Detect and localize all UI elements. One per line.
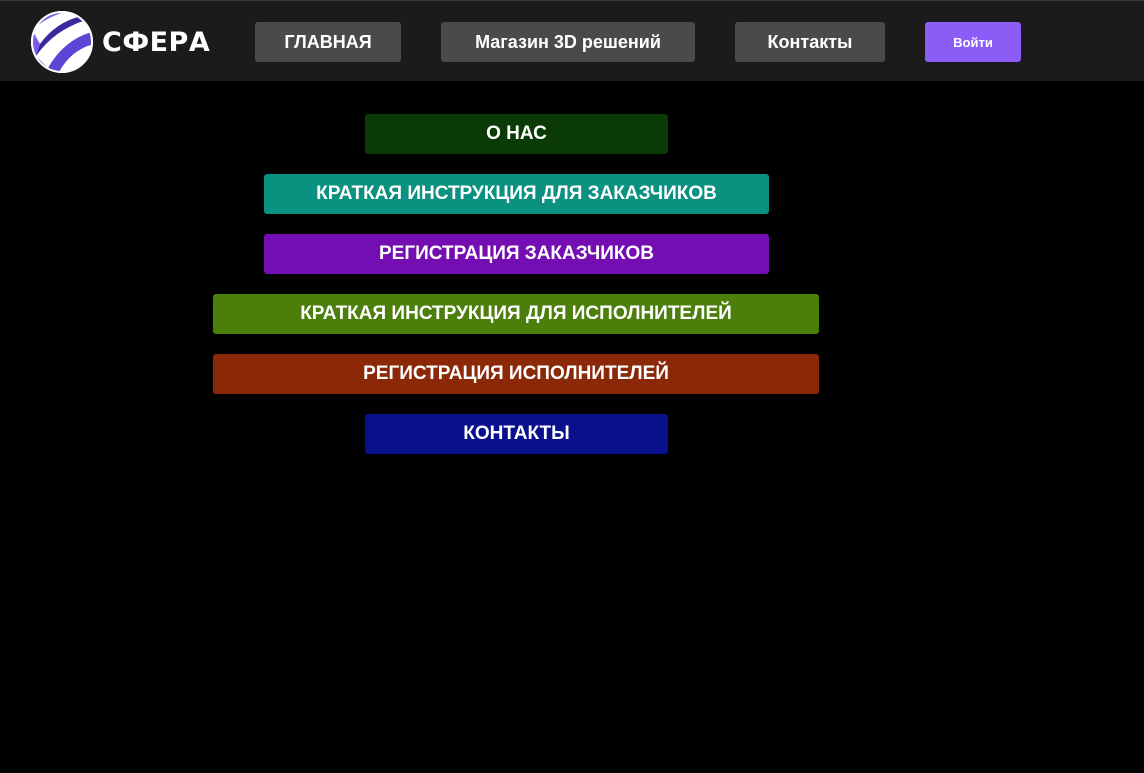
about-button[interactable]: О НАС [365, 114, 668, 154]
customer-guide-button[interactable]: КРАТКАЯ ИНСТРУКЦИЯ ДЛЯ ЗАКАЗЧИКОВ [264, 174, 769, 214]
nav-contacts-button[interactable]: Контакты [735, 22, 885, 62]
performer-registration-button[interactable]: РЕГИСТРАЦИЯ ИСПОЛНИТЕЛЕЙ [213, 354, 819, 394]
performer-guide-button[interactable]: КРАТКАЯ ИНСТРУКЦИЯ ДЛЯ ИСПОЛНИТЕЛЕЙ [213, 294, 819, 334]
striped-sphere-icon [31, 11, 93, 73]
top-navigation-bar: СФЕРА ГЛАВНАЯ Магазин 3D решений Контакт… [0, 0, 1144, 81]
nav-shop-button[interactable]: Магазин 3D решений [441, 22, 695, 62]
customer-registration-button[interactable]: РЕГИСТРАЦИЯ ЗАКАЗЧИКОВ [264, 234, 769, 274]
logo-link[interactable]: СФЕРА [30, 10, 210, 74]
nav-home-button[interactable]: ГЛАВНАЯ [255, 22, 401, 62]
logo-text: СФЕРА [102, 26, 211, 58]
login-button[interactable]: Войти [925, 22, 1021, 62]
contacts-button[interactable]: КОНТАКТЫ [365, 414, 668, 454]
